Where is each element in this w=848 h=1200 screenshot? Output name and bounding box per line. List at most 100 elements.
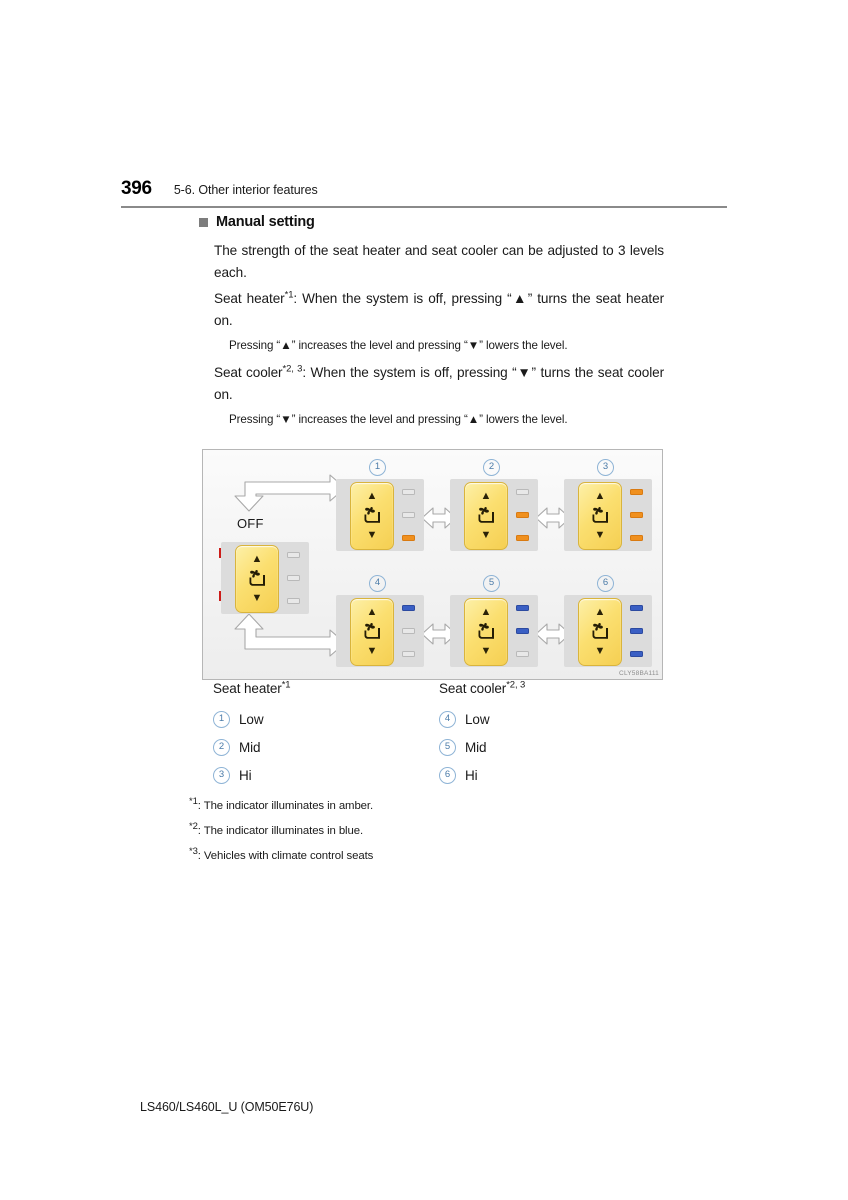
footnote-text-2: : The indicator illuminates in blue. bbox=[197, 825, 364, 837]
footnote-text-3: : Vehicles with climate control seats bbox=[197, 850, 374, 862]
indicator-lamp-mid bbox=[402, 628, 415, 634]
switch-panel-3: ▲ ▼ bbox=[564, 479, 652, 551]
footnote-ref-2-3: *2, 3 bbox=[282, 363, 303, 375]
indicator-lamp-bottom bbox=[630, 535, 643, 541]
switch-up-arrow-icon[interactable]: ▲ bbox=[465, 491, 507, 502]
indicator-lamp-bottom bbox=[516, 535, 529, 541]
legend-number-4: 4 bbox=[439, 710, 456, 728]
switch-down-arrow-icon[interactable]: ▼ bbox=[236, 593, 278, 604]
indicator-lamp-top bbox=[402, 489, 415, 495]
paragraph-seat-cooler: Seat cooler*2, 3: When the system is off… bbox=[199, 362, 664, 406]
subparagraph-heater-levels: Pressing “▲” increases the level and pre… bbox=[229, 339, 568, 352]
legend-column-seat-heater: Seat heater*1 1 Low 2 Mid 3 Hi bbox=[213, 679, 439, 789]
step-number-4: 4 bbox=[369, 575, 386, 592]
footnote-ref-2-3: *2, 3 bbox=[506, 679, 526, 691]
switch-up-arrow-icon[interactable]: ▲ bbox=[351, 491, 393, 502]
switch-down-arrow-icon[interactable]: ▼ bbox=[579, 530, 621, 541]
switch-down-arrow-icon[interactable]: ▼ bbox=[351, 646, 393, 657]
indicator-lamp-bottom bbox=[287, 598, 300, 604]
seat-switch-5[interactable]: ▲ ▼ bbox=[464, 598, 508, 666]
switch-down-arrow-icon[interactable]: ▼ bbox=[465, 646, 507, 657]
indicator-lamp-bottom bbox=[402, 535, 415, 541]
footnote-2: *2: The indicator illuminates in blue. bbox=[189, 819, 659, 844]
switch-panel-off: ▲ ▼ bbox=[221, 542, 309, 614]
indicator-lamp-mid bbox=[516, 512, 529, 518]
heading-manual-setting: Manual setting bbox=[199, 214, 664, 230]
subparagraph-cooler-levels: Pressing “▼” increases the level and pre… bbox=[229, 413, 568, 426]
indicator-lamp-bottom bbox=[516, 651, 529, 657]
switch-down-arrow-icon[interactable]: ▼ bbox=[579, 646, 621, 657]
legend-number-2: 2 bbox=[213, 738, 230, 756]
seat-cooler-term: Seat cooler bbox=[214, 365, 283, 380]
legend-item-4: 4 Low bbox=[439, 705, 665, 733]
footnote-mark-3: *3 bbox=[189, 846, 198, 858]
indicator-lamp-mid bbox=[630, 512, 643, 518]
arrow-off-to-cooler bbox=[234, 613, 346, 657]
heading-manual-setting-label: Manual setting bbox=[216, 214, 315, 230]
legend-title-seat-heater: Seat heater*1 bbox=[213, 679, 439, 696]
indicator-lamp-top bbox=[630, 605, 643, 611]
footnote-3: *3: Vehicles with climate control seats bbox=[189, 844, 659, 869]
legend-item-3: 3 Hi bbox=[213, 761, 439, 789]
legend-number-5: 5 bbox=[439, 738, 456, 756]
indicator-lamp-mid bbox=[402, 512, 415, 518]
switch-panel-2: ▲ ▼ bbox=[450, 479, 538, 551]
footnote-mark-1: *1 bbox=[189, 796, 198, 808]
switch-panel-4: ▲ ▼ bbox=[336, 595, 424, 667]
indicator-lamp-top bbox=[402, 605, 415, 611]
figure-id-code: CLY58BA111 bbox=[619, 670, 659, 677]
seat-fan-icon bbox=[478, 623, 494, 639]
indicator-lamp-mid bbox=[287, 575, 300, 581]
indicator-lamp-mid bbox=[630, 628, 643, 634]
seat-switch-6[interactable]: ▲ ▼ bbox=[578, 598, 622, 666]
seat-switch-4[interactable]: ▲ ▼ bbox=[350, 598, 394, 666]
seat-fan-icon bbox=[478, 507, 494, 523]
step-number-5: 5 bbox=[483, 575, 500, 592]
switch-up-arrow-icon[interactable]: ▲ bbox=[465, 607, 507, 618]
seat-fan-icon bbox=[249, 570, 265, 586]
indicator-lamp-top bbox=[516, 605, 529, 611]
switch-down-arrow-icon[interactable]: ▼ bbox=[351, 530, 393, 541]
step-number-1: 1 bbox=[369, 459, 386, 476]
seat-switch-1[interactable]: ▲ ▼ bbox=[350, 482, 394, 550]
switch-up-arrow-icon[interactable]: ▲ bbox=[351, 607, 393, 618]
step-number-3: 3 bbox=[597, 459, 614, 476]
switch-down-arrow-icon[interactable]: ▼ bbox=[465, 530, 507, 541]
switch-panel-6: ▲ ▼ bbox=[564, 595, 652, 667]
seat-switch-3[interactable]: ▲ ▼ bbox=[578, 482, 622, 550]
switch-panel-5: ▲ ▼ bbox=[450, 595, 538, 667]
footnote-mark-2: *2 bbox=[189, 821, 198, 833]
legend-item-6: 6 Hi bbox=[439, 761, 665, 789]
content-body: Manual setting The strength of the seat … bbox=[199, 214, 664, 436]
footnote-text-1: : The indicator illuminates in amber. bbox=[197, 800, 374, 812]
legend-label-2: Mid bbox=[239, 739, 261, 755]
legend-title-seat-cooler: Seat cooler*2, 3 bbox=[439, 679, 665, 696]
legend-item-5: 5 Mid bbox=[439, 733, 665, 761]
step-number-2: 2 bbox=[483, 459, 500, 476]
legend-label-5: Mid bbox=[465, 739, 487, 755]
switch-up-arrow-icon[interactable]: ▲ bbox=[236, 554, 278, 565]
figure-legend: Seat heater*1 1 Low 2 Mid 3 Hi Seat cool… bbox=[213, 679, 665, 789]
seat-switch-2[interactable]: ▲ ▼ bbox=[464, 482, 508, 550]
indicator-lamp-top bbox=[516, 489, 529, 495]
off-label: OFF bbox=[237, 516, 264, 531]
indicator-lamp-top bbox=[630, 489, 643, 495]
legend-title-seat-heater-text: Seat heater bbox=[213, 681, 282, 696]
legend-label-3: Hi bbox=[239, 767, 252, 783]
switch-up-arrow-icon[interactable]: ▲ bbox=[579, 607, 621, 618]
footnotes: *1: The indicator illuminates in amber. … bbox=[189, 794, 659, 869]
seat-fan-icon bbox=[592, 507, 608, 523]
footnote-ref-1: *1 bbox=[281, 679, 291, 691]
paragraph-strength: The strength of the seat heater and seat… bbox=[214, 243, 664, 280]
legend-item-1: 1 Low bbox=[213, 705, 439, 733]
seat-heater-term: Seat heater bbox=[214, 291, 285, 306]
switch-up-arrow-icon[interactable]: ▲ bbox=[579, 491, 621, 502]
seat-switch-off[interactable]: ▲ ▼ bbox=[235, 545, 279, 613]
footnote-1: *1: The indicator illuminates in amber. bbox=[189, 794, 659, 819]
legend-label-1: Low bbox=[239, 711, 264, 727]
square-bullet-icon bbox=[199, 217, 208, 227]
page-header: 396 5-6. Other interior features bbox=[121, 178, 727, 200]
indicator-lamp-bottom bbox=[402, 651, 415, 657]
switch-panel-1: ▲ ▼ bbox=[336, 479, 424, 551]
seat-heater-cooler-diagram: OFF ▲ ▼ 1 ▲ ▼ 2 ▲ ▼ 3 ▲ ▼ 4 ▲ ▼ 5 ▲ ▼ 6 … bbox=[202, 449, 663, 680]
